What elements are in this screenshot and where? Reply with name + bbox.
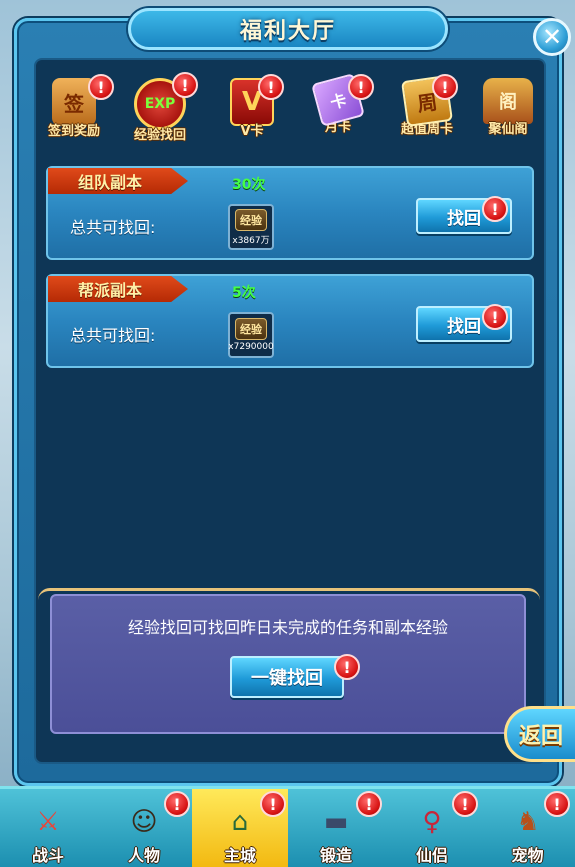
close-button[interactable]: ✕ (533, 18, 571, 56)
nav-companion[interactable]: ♀ 仙侣 ! (384, 789, 480, 867)
nav-label: 主城 (223, 846, 256, 865)
tab-sign-in[interactable]: 签 签到奖励 ! (42, 74, 114, 148)
nav-label: 人物 (127, 846, 160, 865)
alert-badge: ! (172, 72, 198, 98)
recovery-card-team-dungeon: 组队副本 30次 总共可找回: 经验 x3867万 找回 ! (46, 166, 534, 260)
reward-quantity: x3867万 (232, 235, 270, 246)
alert-badge: ! (348, 74, 374, 100)
tab-label: 经验找回 (133, 128, 186, 143)
tab-label: 聚仙阁 (488, 122, 528, 137)
recovery-count: 30次 (232, 177, 266, 193)
tab-month-card[interactable]: 卡 月卡 ! (306, 73, 374, 148)
card-title: 组队副本 (78, 173, 143, 192)
card-title-ribbon: 帮派副本 (48, 276, 188, 302)
recoverable-label: 总共可找回: (70, 218, 156, 237)
alert-badge: ! (260, 791, 286, 817)
nav-character[interactable]: ☺ 人物 ! (96, 789, 192, 867)
recovery-count: 5次 (232, 285, 256, 301)
alert-badge: ! (356, 791, 382, 817)
reward-slot[interactable]: 经验 x3867万 (228, 204, 274, 250)
alert-badge: ! (482, 304, 508, 330)
close-icon: ✕ (541, 23, 563, 51)
recoverable-label: 总共可找回: (70, 326, 156, 345)
retrieve-button-label: 找回 (447, 208, 481, 229)
nav-label: 仙侣 (415, 846, 448, 865)
nav-pet[interactable]: ♞ 宠物 ! (480, 789, 575, 867)
return-button-label: 返回 (519, 724, 564, 749)
bottom-nav: ⚔ 战斗 ☺ 人物 ! ⌂ 主城 ! ▬ 锻造 ! ♀ 仙侣 ! ♞ 宠物 ! (0, 786, 575, 867)
nav-forge[interactable]: ▬ 锻造 ! (288, 789, 384, 867)
recovery-card-guild-dungeon: 帮派副本 5次 总共可找回: 经验 x7290000 找回 ! (46, 274, 534, 368)
alert-badge: ! (164, 791, 190, 817)
title-banner: 福利大厅 (128, 8, 448, 50)
retrieve-button-label: 找回 (447, 316, 481, 337)
tab-week-card[interactable]: 周 超值周卡 ! (392, 74, 462, 148)
alert-badge: ! (482, 196, 508, 222)
card-title: 帮派副本 (78, 281, 143, 300)
exp-reward-icon: 经验 (235, 318, 267, 340)
nav-battle[interactable]: ⚔ 战斗 (0, 789, 96, 867)
card-title-ribbon: 组队副本 (48, 168, 188, 194)
alert-badge: ! (452, 791, 478, 817)
return-button[interactable]: 返回 (504, 706, 575, 762)
info-description: 经验找回可找回昨日未完成的任务和副本经验 (127, 618, 448, 637)
reward-quantity: x7290000 (228, 342, 274, 352)
exp-icon-text: EXP (144, 96, 176, 112)
reward-slot[interactable]: 经验 x7290000 (228, 312, 274, 358)
sword-icon: ⚔ (36, 807, 60, 837)
tab-exp-recovery[interactable]: EXP 经验找回 ! (128, 72, 198, 148)
alert-badge: ! (544, 791, 570, 817)
nav-label: 宠物 (511, 846, 544, 865)
tab-label: V卡 (240, 124, 264, 139)
tab-pavilion[interactable]: 阁 聚仙阁 (476, 78, 540, 148)
alert-badge: ! (334, 654, 360, 680)
tab-label: 签到奖励 (47, 124, 100, 139)
one-key-retrieve-button[interactable]: 一键找回 (230, 656, 344, 698)
tab-v-card[interactable]: V V卡 ! (220, 74, 284, 148)
exp-reward-icon: 经验 (235, 208, 267, 231)
alert-badge: ! (88, 74, 114, 100)
one-key-button-label: 一键找回 (251, 668, 323, 689)
nav-label: 战斗 (31, 846, 64, 865)
info-panel: 经验找回可找回昨日未完成的任务和副本经验 一键找回 ! (50, 594, 526, 734)
page-title: 福利大厅 (239, 19, 336, 44)
nav-main-city[interactable]: ⌂ 主城 ! (192, 789, 288, 867)
alert-badge: ! (432, 74, 458, 100)
nav-label: 锻造 (319, 846, 352, 865)
alert-badge: ! (258, 74, 284, 100)
